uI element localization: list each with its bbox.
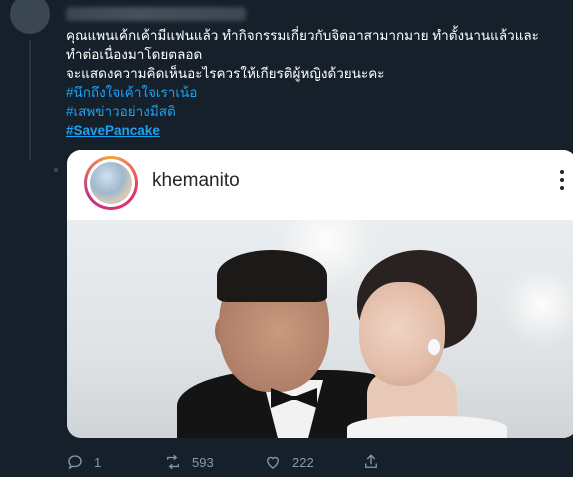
thread-line — [29, 40, 31, 160]
bride-face — [359, 282, 445, 386]
heart-icon — [267, 456, 279, 469]
bride-dress — [347, 416, 507, 438]
wedding-photo[interactable] — [67, 220, 573, 438]
tweet-line-1: คุณแพนเค้กเค้ามีแฟนแล้ว ทำกิจกรรมเกี่ยวก… — [66, 28, 539, 43]
reply-count: 1 — [94, 454, 102, 470]
blurred-username — [66, 7, 246, 21]
tweet-line-3: จะแสดงความคิดเห็นอะไรควรให้เกียรติผู้หญิ… — [66, 66, 385, 81]
hashtag-link-3[interactable]: #SavePancake — [66, 121, 570, 140]
reply-icon — [68, 455, 82, 470]
instagram-embed-card[interactable]: khemanito — [67, 150, 573, 438]
hashtag-link-1[interactable]: #นึกถึงใจเค้าใจเราเน้อ — [66, 83, 570, 102]
share-icon — [365, 454, 377, 468]
instagram-avatar[interactable] — [84, 156, 138, 210]
tweet-text: คุณแพนเค้กเค้ามีแฟนแล้ว ทำกิจกรรมเกี่ยวก… — [66, 26, 570, 140]
thread-dot — [54, 168, 58, 172]
author-name-redacted[interactable] — [66, 2, 246, 26]
author-avatar[interactable] — [10, 0, 50, 34]
tweet-actions: 1 593 222 — [66, 450, 466, 474]
retweet-button[interactable]: 593 — [164, 450, 214, 474]
more-vertical-icon[interactable] — [559, 170, 565, 196]
tweet-line-2: ทำต่อเนื่องมาโดยตลอด — [66, 47, 203, 62]
like-button[interactable]: 222 — [264, 450, 314, 474]
instagram-username[interactable]: khemanito — [152, 170, 240, 192]
tweet-page: คุณแพนเค้กเค้ามีแฟนแล้ว ทำกิจกรรมเกี่ยวก… — [0, 0, 573, 477]
like-count: 222 — [292, 454, 314, 470]
groom-hair — [217, 250, 327, 302]
retweet-icon — [167, 454, 179, 470]
share-button[interactable] — [362, 450, 390, 474]
retweet-count: 593 — [192, 454, 214, 470]
chandelier-light — [497, 260, 573, 350]
reply-button[interactable]: 1 — [66, 450, 101, 474]
earring — [427, 338, 441, 356]
instagram-header: khemanito — [67, 150, 573, 220]
hashtag-link-2[interactable]: #เสพข่าวอย่างมีสติ — [66, 102, 570, 121]
avatar-photo — [90, 162, 132, 204]
